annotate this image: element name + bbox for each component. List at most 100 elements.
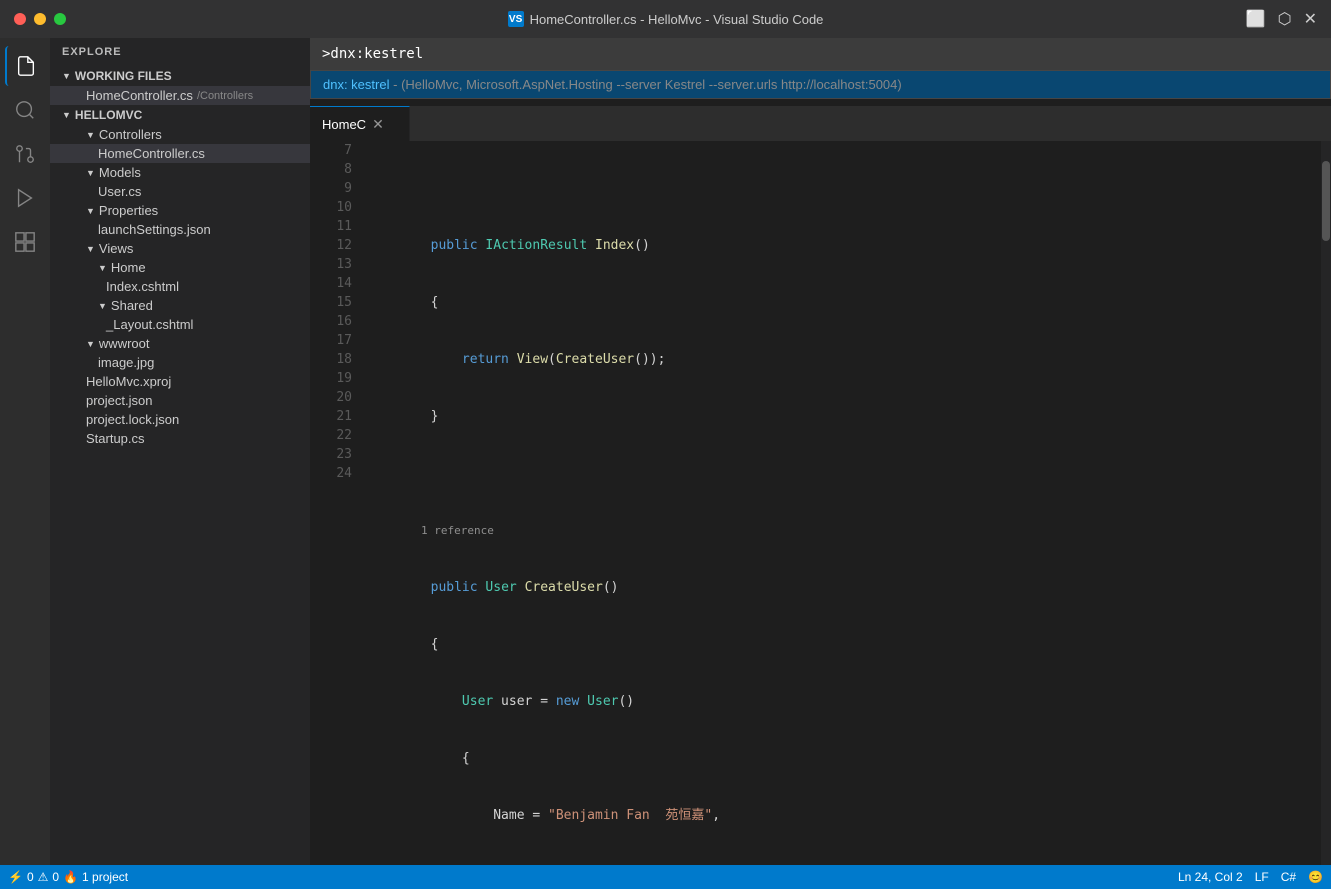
maximize-button[interactable] [54,13,66,25]
file-label: HelloMvc.xproj [86,374,171,389]
line-num: 12 [318,236,352,255]
working-file-homecontroller[interactable]: HomeController.cs /Controllers [50,86,310,105]
split-editor-icon[interactable]: ⬜ [1246,9,1266,29]
sidebar-file-layoutcshtml[interactable]: _Layout.cshtml [50,315,310,334]
command-result-item[interactable]: dnx: kestrel - (HelloMvc, Microsoft.AspN… [311,71,1330,98]
close-window-icon[interactable]: ✕ [1304,9,1317,29]
line-num: 11 [318,217,352,236]
status-lang[interactable]: C# [1281,870,1296,884]
code-line-15: User user = new User() [368,692,1331,711]
activitybar-search[interactable] [5,90,45,130]
code-line-11: } [368,407,1331,426]
sidebar-file-imagejpg[interactable]: image.jpg [50,353,310,372]
sidebar-item-shared[interactable]: ▼ Shared [50,296,310,315]
status-branch[interactable]: ⚡ 0 ⚠ 0 🔥 1 project [8,870,128,884]
result-highlight: dnx: kestrel [323,77,389,92]
chevron-down-icon: ▼ [98,301,107,311]
status-position[interactable]: Ln 24, Col 2 [1178,870,1243,884]
sidebar-file-projectlockjson[interactable]: project.lock.json [50,410,310,429]
activitybar-extensions[interactable] [5,222,45,262]
activitybar-git[interactable] [5,134,45,174]
working-files-section[interactable]: ▼ WORKING FILES [50,66,310,86]
title-text: HomeController.cs - HelloMvc - Visual St… [530,12,824,27]
code-line-8: public IActionResult Index() [368,236,1331,255]
sidebar-header: EXPLORE [50,38,310,66]
command-input-wrapper [310,38,1331,70]
folder-label: Controllers [99,127,162,142]
code-editor[interactable]: 7 8 9 10 11 12 13 14 15 16 17 18 19 20 2… [310,141,1331,865]
editor-area: dnx: kestrel - (HelloMvc, Microsoft.AspN… [310,38,1331,865]
line-num: 19 [318,369,352,388]
file-label: Index.cshtml [106,279,179,294]
sidebar-item-views[interactable]: ▼ Views [50,239,310,258]
fire-icon: 🔥 [63,870,78,884]
line-num: 14 [318,274,352,293]
sidebar-file-startupcs[interactable]: Startup.cs [50,429,310,448]
file-label: launchSettings.json [98,222,211,237]
main-layout: EXPLORE ▼ WORKING FILES HomeController.c… [0,38,1331,865]
code-line-16: { [368,749,1331,768]
file-label: HomeController.cs [98,146,205,161]
folder-label: Home [111,260,146,275]
chevron-down-icon: ▼ [86,168,95,178]
line-num: 8 [318,160,352,179]
sidebar-item-properties[interactable]: ▼ Properties [50,201,310,220]
command-palette-input[interactable] [318,42,1323,66]
statusbar-left: ⚡ 0 ⚠ 0 🔥 1 project [8,870,128,884]
sidebar-file-hellomvcxproj[interactable]: HelloMvc.xproj [50,372,310,391]
line-numbers: 7 8 9 10 11 12 13 14 15 16 17 18 19 20 2… [310,141,360,865]
line-num: 17 [318,331,352,350]
share-icon[interactable]: ⬡ [1278,9,1292,29]
status-eol[interactable]: LF [1255,870,1269,884]
minimize-button[interactable] [34,13,46,25]
sidebar-file-homecontroller[interactable]: HomeController.cs [50,144,310,163]
line-num: 10 [318,198,352,217]
code-line-17: Name = "Benjamin Fan 苑恒嘉", [368,806,1331,825]
titlebar: VS HomeController.cs - HelloMvc - Visual… [0,0,1331,38]
sidebar-file-projectjson[interactable]: project.json [50,391,310,410]
line-num: 15 [318,293,352,312]
file-label: project.json [86,393,152,408]
scrollbar-track[interactable] [1321,141,1331,865]
sidebar-item-models[interactable]: ▼ Models [50,163,310,182]
activitybar-debug[interactable] [5,178,45,218]
line-num: 7 [318,141,352,160]
position-label: Ln 24, Col 2 [1178,870,1243,884]
titlebar-actions: ⬜ ⬡ ✕ [1246,9,1317,29]
sidebar-item-controllers[interactable]: ▼ Controllers [50,125,310,144]
eol-label: LF [1255,870,1269,884]
sidebar-item-home[interactable]: ▼ Home [50,258,310,277]
statusbar: ⚡ 0 ⚠ 0 🔥 1 project Ln 24, Col 2 LF C# 😊 [0,865,1331,889]
hellomvc-section[interactable]: ▼ HELLOMVC [50,105,310,125]
status-emoji[interactable]: 😊 [1308,870,1323,884]
sidebar-file-indexcshtml[interactable]: Index.cshtml [50,277,310,296]
file-name: HomeController.cs [86,88,193,103]
chevron-down-icon: ▼ [86,130,95,140]
sidebar-file-launchsettings[interactable]: launchSettings.json [50,220,310,239]
lang-label: C# [1281,870,1296,884]
tab-close-icon[interactable]: ✕ [372,116,384,133]
command-results: dnx: kestrel - (HelloMvc, Microsoft.AspN… [310,70,1331,99]
chevron-down-icon: ▼ [62,110,71,120]
line-num: 13 [318,255,352,274]
sidebar-item-wwwroot[interactable]: ▼ wwwroot [50,334,310,353]
sidebar-file-usercs[interactable]: User.cs [50,182,310,201]
code-content: public IActionResult Index() { return Vi… [360,141,1331,865]
chevron-down-icon: ▼ [98,263,107,273]
error-count: 0 [27,870,34,884]
line-num: 20 [318,388,352,407]
hellomvc-label: HELLOMVC [75,108,142,122]
activitybar-explorer[interactable] [5,46,45,86]
tab-homecontroller[interactable]: HomeC ✕ [310,106,410,141]
file-label: Startup.cs [86,431,145,446]
close-button[interactable] [14,13,26,25]
window-controls [14,13,66,25]
code-line-13: public User CreateUser() [368,578,1331,597]
line-num: 18 [318,350,352,369]
file-label: project.lock.json [86,412,179,427]
scrollbar-thumb[interactable] [1322,161,1330,241]
line-num: 21 [318,407,352,426]
chevron-down-icon: ▼ [62,71,71,81]
code-line-7 [368,179,1331,198]
folder-label: Shared [111,298,153,313]
